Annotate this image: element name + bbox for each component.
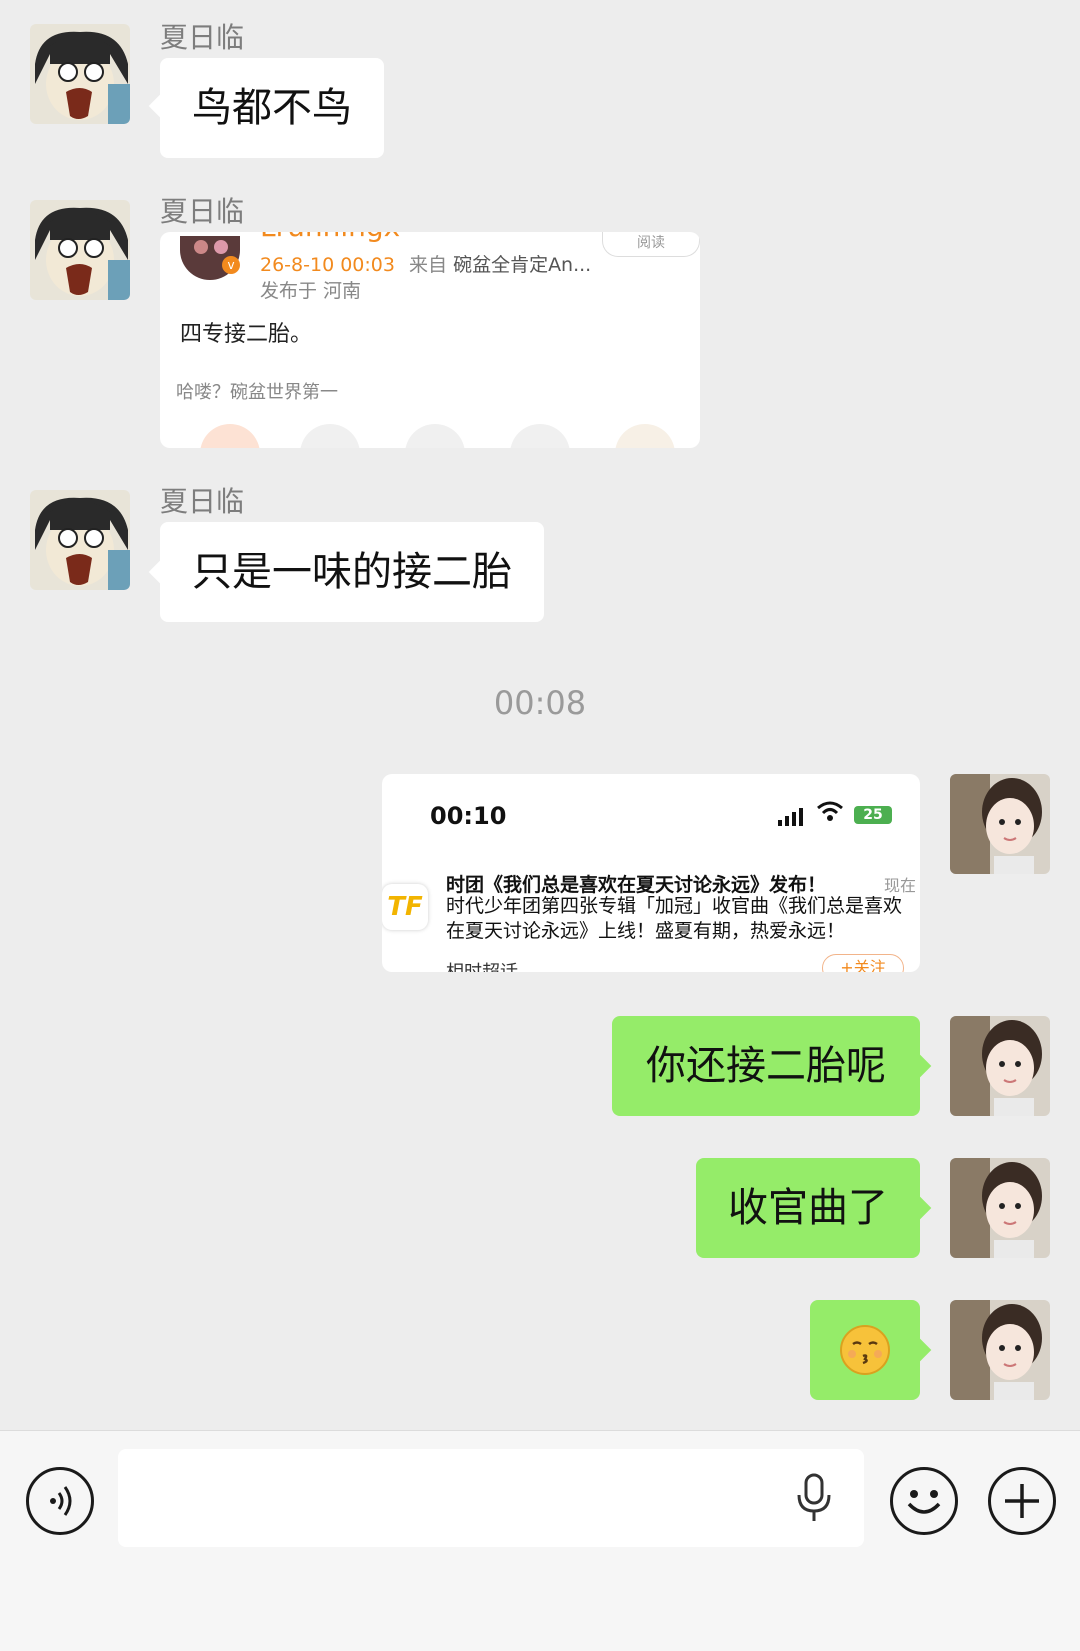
post-location: 发布于 河南 <box>260 280 362 302</box>
chat-timestamp: 00:08 <box>493 684 587 722</box>
shared-post-card[interactable]: Lrunningx v 阅读 26-8-10 00:03 来自 碗盆全肯定An.… <box>160 232 700 448</box>
post-date: 26-8-10 00:03 <box>260 254 395 276</box>
self-avatar[interactable] <box>950 1016 1050 1116</box>
plus-icon[interactable] <box>988 1467 1056 1535</box>
message-bubble[interactable]: 只是一味的接二胎 <box>160 522 544 622</box>
avatar[interactable] <box>30 24 130 124</box>
battery-icon: 25 <box>854 806 892 824</box>
voice-toggle-icon[interactable] <box>26 1467 94 1535</box>
post-source: 碗盆全肯定An... <box>453 254 592 276</box>
views-pill: 阅读 <box>602 232 700 257</box>
post-source-prefix: 来自 <box>409 254 448 276</box>
message-bubble[interactable]: 你还接二胎呢 <box>612 1016 920 1116</box>
notification-screenshot-card[interactable]: 00:10 25 TF 时团《我们总是喜欢在夏天讨论永远》发布！ 现在 时代少年… <box>382 774 920 972</box>
verified-badge-icon: v <box>222 256 240 274</box>
self-avatar[interactable] <box>950 1300 1050 1400</box>
avatar[interactable] <box>30 490 130 590</box>
wifi-icon <box>816 800 844 828</box>
wechat-icon <box>405 424 465 448</box>
copy-icon <box>510 424 570 448</box>
post-comment: 哈喽？碗盆世界第一 <box>176 382 338 403</box>
post-body: 四专接二胎。 <box>180 322 313 347</box>
microphone-icon[interactable] <box>794 1473 834 1523</box>
action-icons-row <box>190 424 700 448</box>
message-bubble[interactable]: 收官曲了 <box>696 1158 920 1258</box>
message-bubble[interactable]: 鸟都不鸟 <box>160 58 384 158</box>
like-icon <box>200 424 260 448</box>
signal-icon <box>778 808 808 826</box>
emoji-face-icon[interactable] <box>890 1467 958 1535</box>
app-logo-icon: TF <box>382 884 428 930</box>
views-label: 阅读 <box>637 235 665 251</box>
self-avatar[interactable] <box>950 1158 1050 1258</box>
supertopic-label: 相时超话 <box>446 958 518 972</box>
message-input[interactable] <box>118 1449 864 1547</box>
emoji-message-bubble[interactable] <box>810 1300 920 1400</box>
sender-name: 夏日临 <box>160 485 245 518</box>
notification-title: 时团《我们总是喜欢在夏天讨论永远》发布！ <box>446 874 827 896</box>
share-icon <box>300 424 360 448</box>
battery-level: 25 <box>863 807 883 823</box>
status-time: 00:10 <box>430 802 507 830</box>
notification-body: 时代少年团第四张专辑「加冠」收官曲《我们总是喜欢在夏天讨论永远》上线！盛夏有期，… <box>446 895 903 942</box>
sender-name: 夏日临 <box>160 21 245 54</box>
avatar[interactable] <box>30 200 130 300</box>
post-user-name: Lrunningx <box>260 232 400 243</box>
more-icon <box>615 424 675 448</box>
self-avatar[interactable] <box>950 774 1050 874</box>
follow-button[interactable]: +关注 <box>822 954 904 972</box>
input-bar <box>0 1430 1080 1651</box>
notification-time: 现在 <box>883 876 916 895</box>
sender-name: 夏日临 <box>160 195 245 228</box>
kissing-face-icon <box>840 1325 890 1375</box>
